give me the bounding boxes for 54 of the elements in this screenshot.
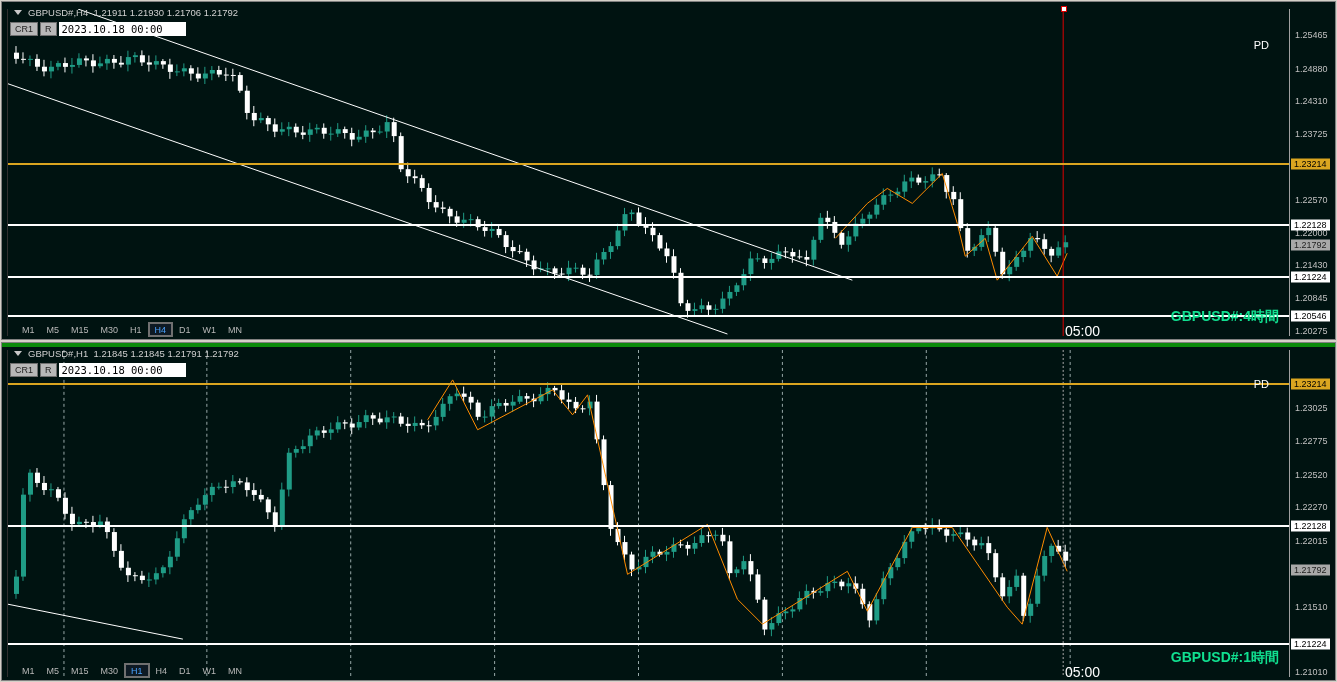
- chart-header: GBPUSD#,H1 1.21845 1.21845 1.21791 1.21792: [28, 348, 239, 359]
- chart-header: GBPUSD#,H4 1.21911 1.21930 1.21706 1.21792: [28, 7, 239, 18]
- price-tick-label: 1.21430: [1294, 260, 1328, 271]
- cr1-button[interactable]: CR1: [10, 363, 38, 377]
- price-tick-label: 1.22520: [1294, 469, 1328, 480]
- price-tick-label: 1.20845: [1294, 293, 1328, 304]
- time-label: 05:00: [1065, 664, 1101, 680]
- date-field[interactable]: 2023.10.18 00:00: [58, 363, 186, 377]
- timeframe-button[interactable]: M1: [16, 322, 41, 337]
- timeframe-button[interactable]: H1: [124, 322, 148, 337]
- price-tick-label: 1.25465: [1294, 30, 1328, 41]
- price-tick-label: 1.22015: [1294, 535, 1328, 546]
- timeframe-button[interactable]: M5: [40, 663, 66, 678]
- level-price-tag: 1.20546: [1291, 310, 1330, 321]
- timeframe-button[interactable]: H4: [149, 663, 174, 678]
- price-tick-label: 1.22270: [1294, 502, 1328, 513]
- timeframe-button[interactable]: H1: [124, 663, 150, 678]
- timeframe-button[interactable]: MN: [222, 322, 249, 337]
- timeframe-button[interactable]: M15: [65, 322, 95, 337]
- date-field[interactable]: 2023.10.18 00:00: [58, 22, 186, 36]
- r-button[interactable]: R: [40, 22, 57, 36]
- price-tick-label: 1.24880: [1294, 63, 1328, 74]
- level-price-tag: 1.22128: [1291, 219, 1330, 231]
- r-button[interactable]: R: [40, 363, 57, 377]
- level-price-tag: 1.23214: [1291, 378, 1330, 390]
- timeframe-button[interactable]: W1: [196, 663, 223, 678]
- timeframe-button[interactable]: M5: [40, 322, 66, 337]
- current-price-tag: 1.21792: [1291, 239, 1330, 250]
- time-label: 05:00: [1065, 323, 1101, 339]
- pd-label: PD: [1253, 39, 1269, 51]
- price-tick-label: 1.21010: [1294, 667, 1328, 678]
- current-price-tag: 1.21792: [1291, 564, 1330, 576]
- level-price-tag: 1.22128: [1291, 520, 1330, 532]
- cr1-button[interactable]: CR1: [10, 22, 38, 36]
- level-price-tag: 1.21224: [1291, 271, 1330, 283]
- timeframe-button[interactable]: M1: [16, 663, 41, 678]
- level-price-tag: 1.21224: [1291, 638, 1330, 650]
- price-tick-label: 1.22775: [1294, 436, 1328, 447]
- timeframe-button[interactable]: D1: [173, 663, 197, 678]
- price-tick-label: 1.22570: [1294, 195, 1328, 206]
- timeframe-button[interactable]: W1: [196, 322, 223, 337]
- level-price-tag: 1.23214: [1291, 158, 1330, 169]
- timeframe-button[interactable]: D1: [173, 322, 197, 337]
- price-tick-label: 1.21510: [1294, 601, 1328, 612]
- timeframe-button[interactable]: H4: [147, 322, 174, 337]
- price-tick-label: 1.23025: [1294, 403, 1328, 414]
- timeframe-button[interactable]: M30: [94, 322, 125, 337]
- timeframe-button[interactable]: M30: [94, 663, 125, 678]
- price-tick-label: 1.20275: [1294, 325, 1328, 336]
- price-tick-label: 1.23725: [1294, 129, 1328, 140]
- timeframe-button[interactable]: M15: [65, 663, 95, 678]
- chart-title: GBPUSD#:1時間: [1170, 649, 1279, 667]
- price-tick-label: 1.24310: [1294, 96, 1328, 107]
- timeframe-button[interactable]: MN: [222, 663, 249, 678]
